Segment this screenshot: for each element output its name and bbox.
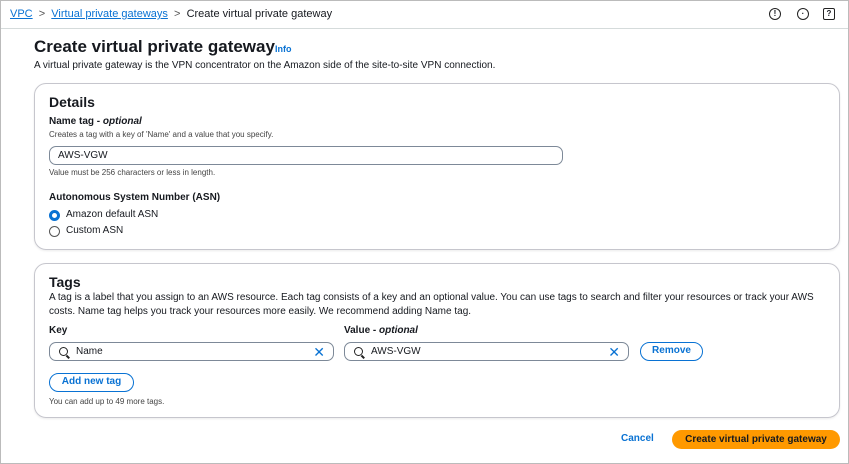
value-label: Value - optional: [344, 325, 418, 336]
search-icon: [354, 347, 363, 356]
name-tag-constraint: Value must be 256 characters or less in …: [49, 168, 216, 177]
name-tag-input[interactable]: AWS-VGW: [49, 146, 563, 165]
clock-icon[interactable]: ·: [797, 8, 809, 20]
tags-hint: You can add up to 49 more tags.: [49, 397, 165, 406]
create-virtual-private-gateway-button[interactable]: Create virtual private gateway: [672, 430, 840, 449]
top-bar: VPC > Virtual private gateways > Create …: [1, 1, 848, 29]
radio-label: Amazon default ASN: [66, 209, 159, 220]
remove-tag-button[interactable]: Remove: [640, 342, 703, 361]
info-icon[interactable]: !: [769, 8, 781, 20]
page-description: A virtual private gateway is the VPN con…: [34, 60, 496, 71]
info-link[interactable]: Info: [275, 44, 292, 54]
chevron-right-icon: >: [170, 8, 184, 20]
breadcrumb: VPC > Virtual private gateways > Create …: [10, 8, 332, 20]
name-tag-label: Name tag - optional: [49, 116, 142, 127]
details-panel: Details Name tag - optional Creates a ta…: [34, 83, 840, 250]
tag-value-input[interactable]: AWS-VGW ✕: [344, 342, 629, 361]
tags-description: A tag is a label that you assign to an A…: [49, 292, 814, 317]
radio-amazon-default-asn[interactable]: [49, 210, 60, 221]
cancel-button[interactable]: Cancel: [621, 433, 654, 444]
radio-custom-asn[interactable]: [49, 226, 60, 237]
page-title: Create virtual private gateway: [34, 37, 275, 56]
tag-key-input[interactable]: Name ✕: [49, 342, 334, 361]
details-heading: Details: [49, 94, 95, 110]
clear-icon[interactable]: ✕: [608, 345, 620, 359]
tags-panel: Tags A tag is a label that you assign to…: [34, 263, 840, 418]
add-new-tag-button[interactable]: Add new tag: [49, 373, 134, 392]
tags-heading: Tags: [49, 274, 81, 290]
radio-label: Custom ASN: [66, 225, 124, 236]
clear-icon[interactable]: ✕: [313, 345, 325, 359]
breadcrumb-virtual-private-gateways[interactable]: Virtual private gateways: [51, 8, 168, 20]
key-label: Key: [49, 325, 68, 336]
feedback-icon[interactable]: ?: [823, 8, 835, 20]
chevron-right-icon: >: [35, 8, 49, 20]
name-tag-help: Creates a tag with a key of 'Name' and a…: [49, 130, 274, 139]
breadcrumb-vpc[interactable]: VPC: [10, 8, 33, 20]
asn-label: Autonomous System Number (ASN): [49, 192, 221, 203]
search-icon: [59, 347, 68, 356]
breadcrumb-current: Create virtual private gateway: [186, 8, 333, 20]
